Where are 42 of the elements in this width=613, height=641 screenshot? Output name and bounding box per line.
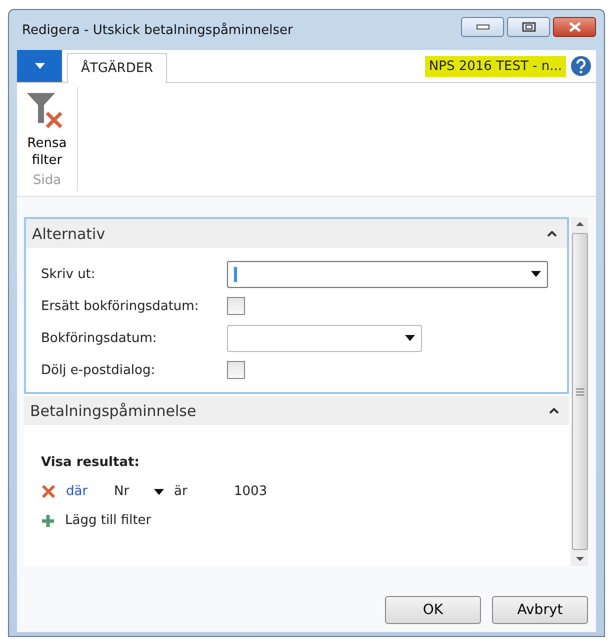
- clear-filter-button[interactable]: Rensa filter: [25, 91, 69, 169]
- checkbox[interactable]: [227, 297, 245, 315]
- collapse-icon[interactable]: [549, 407, 559, 414]
- menu-button[interactable]: [17, 50, 62, 82]
- field-label: Ersätt bokföringsdatum:: [41, 298, 200, 314]
- collapse-icon[interactable]: [547, 230, 557, 237]
- maximize-icon: [522, 22, 536, 32]
- maximize-button[interactable]: [507, 17, 550, 37]
- scroll-down-icon[interactable]: [574, 556, 584, 562]
- minimize-button[interactable]: [461, 17, 504, 37]
- scroll-up-icon[interactable]: [574, 221, 584, 227]
- section-header[interactable]: Betalningspåminnelse: [24, 396, 569, 425]
- remove-filter-icon[interactable]: [41, 484, 56, 499]
- caret-icon: [405, 335, 415, 341]
- caret-icon: [34, 62, 46, 70]
- minimize-icon: [476, 24, 490, 30]
- group-label: Sida: [32, 173, 62, 188]
- caret-icon: [531, 271, 541, 277]
- checkbox[interactable]: [227, 361, 245, 379]
- help-icon[interactable]: [570, 55, 592, 77]
- grip-icon: [576, 388, 584, 396]
- dropdown-field[interactable]: [227, 260, 548, 288]
- window-title: Redigera - Utskick betalningspåminnelser: [22, 22, 294, 38]
- plus-icon[interactable]: [41, 514, 55, 528]
- field-label: Dölj e-postdialog:: [41, 362, 156, 378]
- company-name: NPS 2016 TEST - n...: [424, 56, 566, 76]
- connector-link[interactable]: där: [66, 484, 104, 499]
- caret-icon[interactable]: [154, 488, 164, 494]
- field-label: Skriv ut:: [41, 266, 96, 282]
- dropdown-field[interactable]: [227, 324, 422, 352]
- filter-heading: Visa resultat:: [41, 455, 140, 470]
- add-filter-link[interactable]: Lägg till filter: [65, 513, 152, 528]
- filter-operator: är: [174, 484, 188, 499]
- section-header[interactable]: Alternativ: [26, 219, 567, 248]
- close-button[interactable]: [553, 17, 596, 37]
- close-icon: [568, 22, 582, 32]
- cancel-button[interactable]: Avbryt: [492, 596, 588, 624]
- ribbon-tab[interactable]: ÅTGÄRDER: [67, 53, 168, 83]
- filter-field[interactable]: Nr: [114, 484, 144, 499]
- ok-button[interactable]: OK: [385, 596, 481, 624]
- field-label: Bokföringsdatum:: [41, 330, 158, 346]
- filter-value[interactable]: 1003: [234, 484, 268, 499]
